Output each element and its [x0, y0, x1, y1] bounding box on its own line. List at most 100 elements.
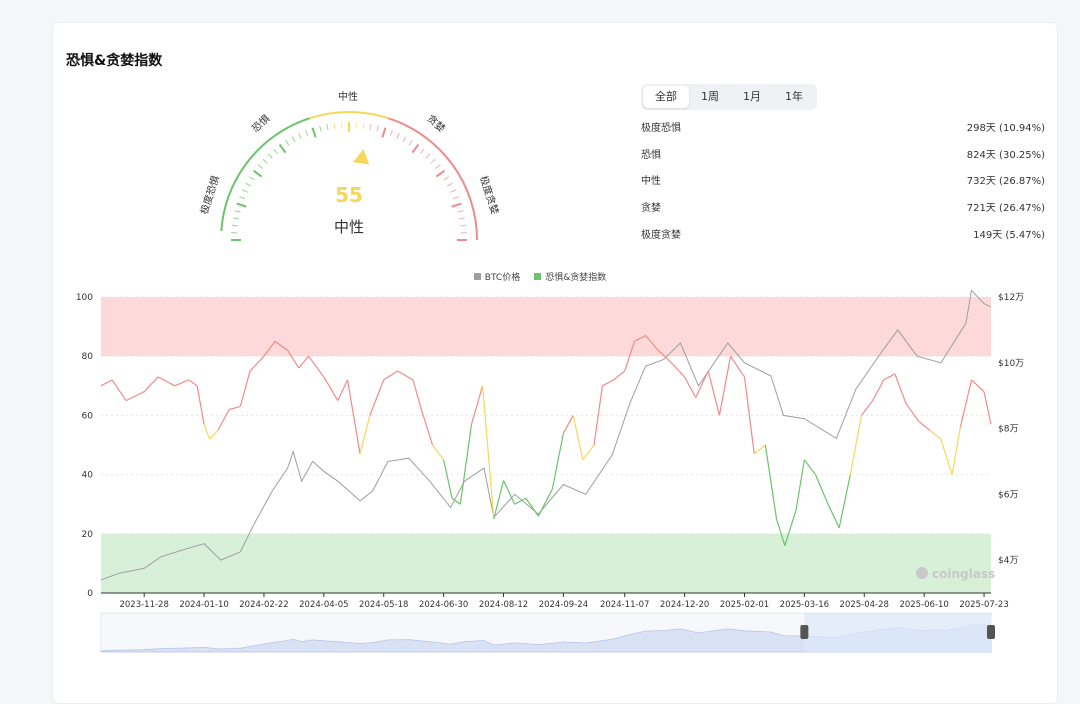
brush-selection[interactable] — [804, 613, 991, 652]
fear-greed-series — [101, 335, 991, 545]
gauge-tick — [435, 165, 440, 169]
stat-value: 824天 (30.25%) — [967, 143, 1045, 170]
x-tick-label: 2023-11-28 — [119, 600, 168, 610]
gauge-label-neutral: 中性 — [338, 90, 358, 103]
brush-handle-right[interactable] — [987, 625, 995, 639]
index-line-segment — [229, 407, 240, 410]
gauge-tick — [453, 197, 459, 199]
gauge-arc-segment — [453, 165, 477, 240]
index-line-segment — [175, 380, 189, 386]
index-line-segment — [112, 380, 126, 401]
sentiment-stats: 极度恐惧 298天 (10.94%) 恐惧 824天 (30.25%) 中性 7… — [641, 116, 1045, 249]
x-tick-label: 2024-11-07 — [600, 600, 649, 610]
gauge-tick — [390, 130, 392, 136]
gauge-tick — [299, 133, 302, 138]
gauge-tick — [397, 133, 400, 138]
fear-greed-chart: 020406080100$4万$6万$8万$10万$12万2023-11-282… — [60, 288, 1050, 668]
watermark-text: coinglass — [932, 567, 995, 581]
gauge-needle — [353, 149, 369, 165]
y-right-tick-label: $4万 — [998, 556, 1018, 566]
index-line-segment — [384, 371, 398, 380]
index-line-segment — [552, 433, 563, 489]
index-line-segment — [930, 430, 941, 439]
tab-all[interactable]: 全部 — [643, 86, 689, 108]
gauge-tick — [274, 149, 278, 154]
stat-row-fear: 恐惧 824天 (30.25%) — [641, 143, 1045, 170]
stat-label: 极度贪婪 — [641, 223, 681, 250]
index-line-segment — [719, 356, 730, 415]
index-line-segment — [204, 424, 210, 439]
gauge-tick — [459, 218, 465, 219]
range-tabs: 全部 1周 1月 1年 — [641, 84, 817, 110]
gauge-tick — [263, 159, 267, 163]
index-line-segment — [240, 371, 250, 407]
index-line-segment — [144, 377, 158, 392]
legend-item-btc[interactable]: BTC价格 — [474, 270, 520, 283]
gauge-tick — [327, 124, 328, 130]
index-line-segment — [218, 409, 229, 430]
gauge-tick — [280, 145, 286, 153]
legend-label-btc: BTC价格 — [485, 270, 520, 283]
gauge-tick — [239, 197, 245, 199]
index-line-segment — [413, 380, 421, 410]
brush-handle-left[interactable] — [800, 625, 808, 639]
gauge-tick — [286, 140, 289, 145]
gauge-arc-segment — [309, 112, 388, 118]
gauge-tick — [246, 183, 251, 186]
stat-label: 中性 — [641, 169, 661, 196]
index-line-segment — [583, 445, 594, 460]
index-line-segment — [483, 386, 494, 519]
gauge-label-extreme-greed: 极度贪婪 — [477, 174, 502, 216]
tab-1-year[interactable]: 1年 — [773, 86, 815, 108]
y-left-tick-label: 80 — [82, 352, 94, 362]
gauge-tick — [412, 145, 418, 153]
gauge-tick — [447, 183, 452, 186]
stat-row-extreme-greed: 极度贪婪 149天 (5.47%) — [641, 223, 1045, 250]
index-line-segment — [765, 445, 776, 519]
index-line-segment — [602, 380, 613, 386]
x-tick-label: 2025-02-01 — [720, 600, 769, 610]
index-line-segment — [984, 392, 991, 425]
index-line-segment — [839, 475, 850, 528]
x-tick-label: 2024-05-18 — [359, 600, 408, 610]
index-line-segment — [754, 445, 765, 454]
index-line-segment — [338, 380, 348, 401]
index-line-segment — [972, 380, 985, 392]
stat-value: 298天 (10.94%) — [967, 116, 1045, 143]
y-left-tick-label: 0 — [87, 589, 93, 599]
index-line-segment — [941, 439, 952, 475]
tab-1-week[interactable]: 1周 — [689, 86, 731, 108]
index-line-segment — [250, 356, 264, 371]
gauge-tick — [249, 177, 254, 180]
legend-item-index[interactable]: 恐惧&贪婪指数 — [534, 270, 606, 283]
y-right-tick-label: $12万 — [998, 293, 1024, 303]
gauge-label-extreme-fear: 极度恐惧 — [197, 174, 222, 216]
gauge-tick — [460, 225, 466, 226]
index-line-segment — [960, 380, 971, 427]
index-line-segment — [494, 481, 504, 519]
index-line-segment — [197, 386, 204, 424]
gauge-tick — [233, 218, 239, 219]
y-left-tick-label: 40 — [82, 471, 94, 481]
gauge-tick — [306, 130, 308, 136]
index-line-segment — [952, 427, 960, 474]
y-right-tick-label: $6万 — [998, 490, 1018, 500]
index-line-segment — [158, 377, 175, 386]
gauge-tick — [409, 140, 412, 145]
index-line-segment — [432, 445, 443, 460]
chart-zones — [101, 297, 991, 593]
index-line-segment — [324, 377, 338, 401]
x-tick-label: 2025-07-23 — [959, 600, 1008, 610]
index-line-segment — [796, 460, 804, 510]
tab-1-month[interactable]: 1月 — [731, 86, 773, 108]
index-line-segment — [895, 374, 906, 404]
x-tick-label: 2025-04-28 — [840, 600, 889, 610]
index-line-segment — [816, 475, 829, 505]
time-range-brush[interactable] — [101, 613, 995, 652]
x-tick-label: 2024-01-10 — [179, 600, 228, 610]
index-line-segment — [189, 380, 197, 386]
stat-row-extreme-fear: 极度恐惧 298天 (10.94%) — [641, 116, 1045, 143]
gauge-tick — [452, 204, 462, 207]
gauge-tick — [420, 149, 424, 154]
x-tick-label: 2024-06-30 — [419, 600, 468, 610]
